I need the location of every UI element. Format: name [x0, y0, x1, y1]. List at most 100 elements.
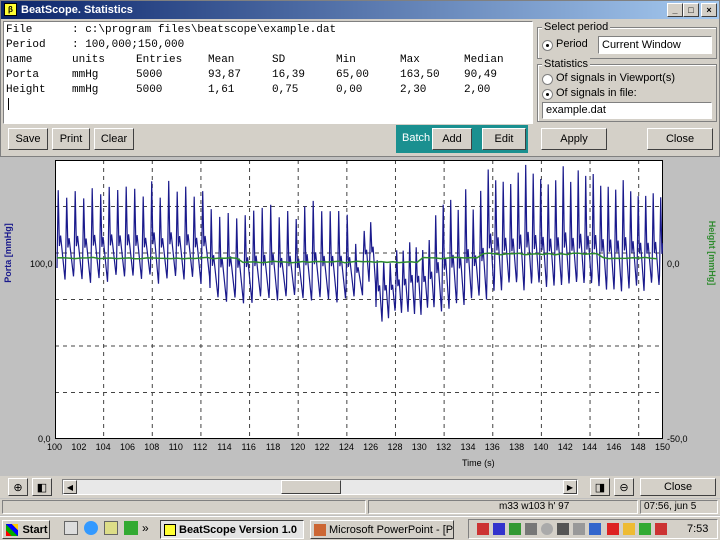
left-axis-label: Porta [mmHg] [3, 223, 13, 283]
close-button[interactable]: Close [647, 128, 713, 150]
file-value: : c:\program files\beatscope\example.dat [72, 24, 337, 36]
x-tick-label: 114 [217, 442, 232, 452]
x-tick-label: 108 [144, 442, 160, 452]
status-center-text: m33 w103 h' 97 [499, 501, 570, 512]
cell: 2,30 [400, 84, 427, 96]
x-tick-label: 126 [363, 442, 379, 452]
scroll-right-icon[interactable]: ▶ [563, 480, 577, 494]
status-datetime: 07:56, jun 5 [644, 501, 697, 512]
left-tick-label: 100,0 [30, 259, 53, 269]
x-tick-label: 106 [119, 442, 135, 452]
period-value: : 100,000;150,000 [72, 39, 185, 51]
x-tick-label: 134 [460, 442, 476, 452]
tray-icon-12[interactable] [655, 523, 667, 535]
window-title: BeatScope. Statistics [21, 4, 133, 16]
plot-svg [55, 160, 663, 439]
tray-icon-7[interactable] [573, 523, 585, 535]
tray-icon-10[interactable] [623, 523, 635, 535]
cell: 5000 [136, 84, 163, 96]
x-tick-label: 124 [338, 442, 354, 452]
taskbar-item-powerpoint[interactable]: Microsoft PowerPoint - [Po... [310, 520, 454, 539]
cell: 90,49 [464, 69, 498, 81]
cell: Height [6, 84, 46, 96]
status-pane-3: 07:56, jun 5 [640, 500, 718, 514]
tray-icon-4[interactable] [525, 523, 537, 535]
clear-button[interactable]: Clear [94, 128, 134, 150]
statistics-group-label: Statistics [542, 58, 591, 70]
tray-icon-8[interactable] [589, 523, 601, 535]
zoom-in-icon[interactable]: ⊕ [8, 478, 28, 496]
maximize-button[interactable]: □ [683, 3, 699, 17]
save-button[interactable]: Save [8, 128, 48, 150]
col-header: Max [400, 54, 420, 66]
start-label: Start [22, 523, 48, 536]
tray-icon-5[interactable] [541, 523, 553, 535]
select-period-label: Select period [542, 21, 611, 33]
app-icon: β [4, 3, 17, 16]
table-row: Porta mmHg 5000 93,87 16,39 65,00 163,50… [6, 69, 504, 84]
tray-icon-9[interactable] [607, 523, 619, 535]
x-tick-label: 122 [314, 442, 330, 452]
taskbar-item-label: BeatScope Version 1.0 [179, 523, 297, 536]
tray-icon-6[interactable] [557, 523, 569, 535]
x-tick-label: 130 [411, 442, 427, 452]
status-pane-1 [2, 500, 366, 514]
internet-explorer-icon[interactable] [84, 521, 98, 535]
period-radio[interactable] [542, 40, 553, 51]
quick-launch-icon[interactable] [124, 521, 138, 535]
print-button[interactable]: Print [52, 128, 90, 150]
cell: Porta [6, 69, 40, 81]
taskbar-item-label: Microsoft PowerPoint - [Po... [329, 523, 454, 536]
zoom-out-icon[interactable]: ⊖ [614, 478, 634, 496]
right-tick-label: 0,0 [667, 259, 680, 269]
signal-plot[interactable] [55, 160, 663, 439]
period-label: Period [6, 39, 46, 51]
outlook-icon[interactable] [104, 521, 118, 535]
left-axis-label-wrap: Porta [mmHg] [1, 215, 15, 295]
statistics-table: File : c:\program files\beatscope\exampl… [6, 24, 504, 99]
show-desktop-icon[interactable] [64, 521, 78, 535]
page-start-icon[interactable]: ◧ [32, 478, 52, 496]
edit-button[interactable]: Edit [482, 128, 526, 150]
apply-button[interactable]: Apply [541, 128, 607, 150]
x-tick-label: 144 [582, 442, 598, 452]
viewport-close-button[interactable]: Close [640, 478, 716, 496]
tray-icon-1[interactable] [477, 523, 489, 535]
viewport-radio[interactable] [542, 74, 553, 85]
more-icon[interactable]: » [142, 521, 149, 535]
cell: 0,00 [336, 84, 363, 96]
page-end-icon[interactable]: ◨ [590, 478, 610, 496]
file-field[interactable]: example.dat [542, 102, 712, 119]
col-header: units [72, 54, 106, 66]
col-header: Median [464, 54, 504, 66]
minimize-button[interactable]: _ [667, 3, 683, 17]
x-tick-label: 142 [557, 442, 573, 452]
windows-logo-icon [6, 524, 18, 536]
tray-icon-2[interactable] [493, 523, 505, 535]
statistics-output[interactable]: File : c:\program files\beatscope\exampl… [3, 21, 533, 124]
status-bar: m33 w103 h' 97 07:56, jun 5 [0, 499, 720, 515]
file-radio[interactable] [542, 89, 553, 100]
table-header-row: name units Entries Mean SD Min Max Media… [6, 54, 504, 69]
batch-panel: Batch Add Edit [396, 125, 528, 153]
table-row: Height mmHg 5000 1,61 0,75 0,00 2,30 2,0… [6, 84, 504, 99]
scroll-left-icon[interactable]: ◀ [63, 480, 77, 494]
period-dropdown[interactable]: Current Window [598, 36, 712, 54]
start-button[interactable]: Start [2, 520, 50, 539]
statistics-group: Statistics Of signals in Viewport(s) Of … [537, 58, 717, 122]
cell: 1,61 [208, 84, 235, 96]
add-button[interactable]: Add [432, 128, 472, 150]
x-tick-label: 128 [387, 442, 403, 452]
close-window-button[interactable]: × [701, 3, 717, 17]
cell: 5000 [136, 69, 163, 81]
taskbar-item-beatscope[interactable]: BeatScope Version 1.0 [160, 520, 304, 539]
x-tick-row: 100 102 104 106 108 110 112 114 116 118 120 122 124 1… [0, 442, 720, 456]
status-pane-2: m33 w103 h' 97 [368, 500, 638, 514]
time-scrollbar[interactable]: ◀ ▶ [62, 479, 578, 495]
scroll-thumb[interactable] [281, 480, 341, 494]
cell: mmHg [72, 84, 99, 96]
tray-icon-3[interactable] [509, 523, 521, 535]
tray-icon-11[interactable] [639, 523, 651, 535]
x-axis-label: Time (s) [462, 458, 495, 468]
col-header: name [6, 54, 33, 66]
